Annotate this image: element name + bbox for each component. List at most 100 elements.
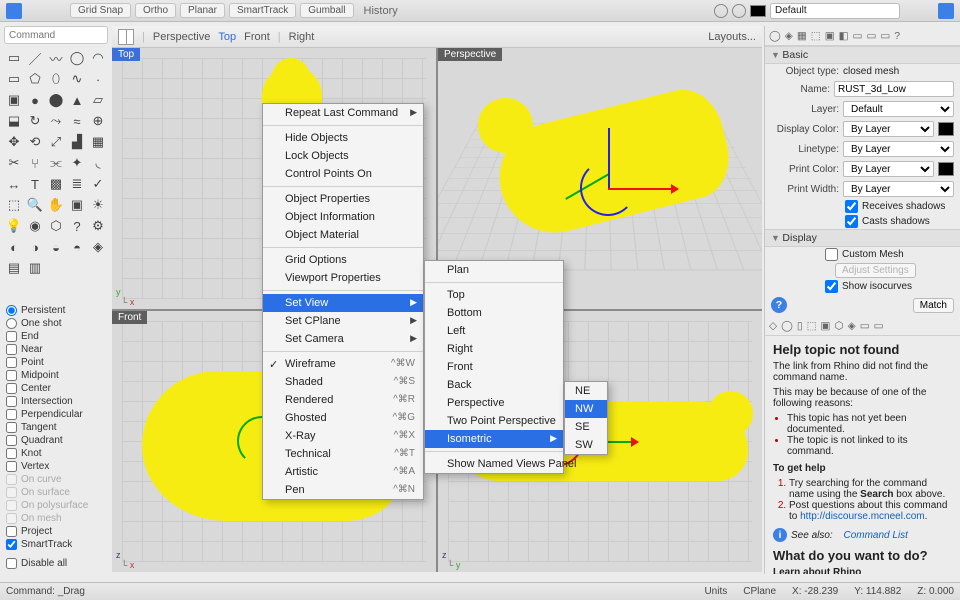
ctx-hide-objects[interactable]: Hide Objects [263, 129, 423, 147]
tool-arc[interactable]: ◠ [88, 48, 108, 68]
view-two-point-perspective[interactable]: Two Point Perspective [425, 412, 563, 430]
tool-trim[interactable]: ✂ [4, 153, 24, 173]
prop-icon-light[interactable]: ⬚ [811, 30, 821, 42]
tool-misc1[interactable]: ◐ [4, 237, 24, 257]
command-list-link[interactable]: Command List [843, 530, 907, 541]
ctx-control-points-on[interactable]: Control Points On [263, 165, 423, 183]
custom-mesh-check[interactable] [825, 248, 838, 261]
ctx-ghosted[interactable]: Ghosted^⌘G [263, 409, 423, 427]
object-name-input[interactable] [834, 81, 954, 97]
viewport-layout-icon[interactable] [118, 29, 134, 45]
osnap-center[interactable] [6, 383, 17, 394]
display-color-swatch[interactable] [938, 122, 954, 136]
tool-analyze[interactable]: ⬚ [4, 195, 24, 215]
tool-line[interactable]: ／ [25, 48, 45, 68]
tool-curve[interactable]: ∿ [67, 69, 87, 89]
tool-explode[interactable]: ✦ [67, 153, 87, 173]
iso-se[interactable]: SE [565, 418, 607, 436]
help-bubble-icon[interactable]: ? [771, 297, 787, 313]
osnap-knot[interactable] [6, 448, 17, 459]
ctx-lock-objects[interactable]: Lock Objects [263, 147, 423, 165]
help-tab-1[interactable]: ◇ [769, 320, 777, 332]
command-input[interactable] [4, 26, 108, 44]
tool-point[interactable]: ∙ [88, 69, 108, 89]
ctx-grid-options[interactable]: Grid Options [263, 251, 423, 269]
prop-icon-cam[interactable]: ▣ [825, 30, 835, 42]
history-label[interactable]: History [364, 5, 398, 17]
tool-zoom[interactable]: 🔍 [25, 195, 45, 215]
iso-sw[interactable]: SW [565, 436, 607, 454]
ctx-wireframe[interactable]: ✓Wireframe^⌘W [263, 355, 423, 373]
ctx-technical[interactable]: Technical^⌘T [263, 445, 423, 463]
tool-layer[interactable]: ≣ [67, 174, 87, 194]
iso-ne[interactable]: NE [565, 382, 607, 400]
chip-smarttrack[interactable]: SmartTrack [229, 3, 296, 18]
viewport-context-menu[interactable]: Repeat Last Command Hide Objects Lock Ob… [262, 103, 424, 500]
tool-misc5[interactable]: ◈ [88, 237, 108, 257]
object-layer-select[interactable]: Default [843, 101, 954, 117]
tool-text[interactable]: T [25, 174, 45, 194]
ring-icon-1[interactable] [714, 4, 728, 18]
ctx-set-view[interactable]: Set View [263, 294, 423, 312]
match-button[interactable]: Match [913, 298, 954, 313]
osnap-quadrant[interactable] [6, 435, 17, 446]
help-tab-6[interactable]: ⬡ [834, 320, 843, 332]
tool-sphere[interactable]: ● [25, 90, 45, 110]
receives-shadows-check[interactable] [845, 200, 858, 213]
help-tab-7[interactable]: ◈ [848, 320, 856, 332]
print-color-swatch[interactable] [938, 162, 954, 176]
ctx-pen[interactable]: Pen^⌘N [263, 481, 423, 499]
prop-icon-material[interactable]: ◈ [785, 30, 793, 42]
ring-icon-2[interactable] [732, 4, 746, 18]
prop-icon-misc1[interactable]: ▭ [853, 30, 863, 42]
layer-color-swatch[interactable] [750, 5, 766, 17]
help-tab-9[interactable]: ▭ [874, 320, 884, 332]
osnap-vertex[interactable] [6, 461, 17, 472]
view-bottom[interactable]: Bottom [425, 304, 563, 322]
tool-check[interactable]: ✓ [88, 174, 108, 194]
view-top[interactable]: Top [425, 286, 563, 304]
section-display[interactable]: Display [765, 229, 960, 247]
ctx-repeat-last[interactable]: Repeat Last Command [263, 104, 423, 122]
isometric-submenu[interactable]: NE NW SE SW [564, 381, 608, 455]
print-width-select[interactable]: By Layer [843, 181, 954, 197]
tab-perspective[interactable]: Perspective [153, 31, 210, 43]
view-front[interactable]: Front [425, 358, 563, 376]
osnap-persistent[interactable] [6, 305, 17, 316]
tool-render[interactable]: ☀ [88, 195, 108, 215]
status-units[interactable]: Units [704, 586, 727, 597]
osnap-near[interactable] [6, 344, 17, 355]
prop-icon-texture[interactable]: ▦ [797, 30, 807, 42]
tool-join[interactable]: ⫘ [46, 153, 66, 173]
tool-polygon[interactable]: ⬠ [25, 69, 45, 89]
ctx-object-properties[interactable]: Object Properties [263, 190, 423, 208]
view-perspective[interactable]: Perspective [425, 394, 563, 412]
view-back[interactable]: Back [425, 376, 563, 394]
osnap-point[interactable] [6, 357, 17, 368]
view-show-named-views[interactable]: Show Named Views Panel [425, 455, 563, 473]
iso-nw[interactable]: NW [565, 400, 607, 418]
help-tab-8[interactable]: ▭ [860, 320, 870, 332]
viewport-top-label[interactable]: Top [112, 48, 140, 61]
show-isocurves-check[interactable] [825, 280, 838, 293]
tool-light[interactable]: 💡 [4, 216, 24, 236]
ctx-object-information[interactable]: Object Information [263, 208, 423, 226]
view-plan[interactable]: Plan [425, 261, 563, 279]
casts-shadows-check[interactable] [845, 215, 858, 228]
tool-misc2[interactable]: ◑ [25, 237, 45, 257]
osnap-project[interactable] [6, 526, 17, 537]
tool-settings[interactable]: ⚙ [88, 216, 108, 236]
help-icon[interactable]: ? [894, 30, 900, 42]
discourse-link[interactable]: http://discourse.mcneel.com [800, 511, 925, 522]
tool-fillet[interactable]: ◟ [88, 153, 108, 173]
tool-scale[interactable]: ⤢ [46, 132, 66, 152]
chip-ortho[interactable]: Ortho [135, 3, 176, 18]
tool-plane[interactable]: ▱ [88, 90, 108, 110]
tool-mirror[interactable]: ▟ [67, 132, 87, 152]
chip-gumball[interactable]: Gumball [300, 3, 353, 18]
tool-sweep[interactable]: ⤳ [46, 111, 66, 131]
tool-misc7[interactable]: ▥ [25, 258, 45, 278]
ctx-set-cplane[interactable]: Set CPlane [263, 312, 423, 330]
prop-icon-object[interactable]: ◯ [769, 30, 781, 42]
tool-rect[interactable]: ▭ [4, 69, 24, 89]
